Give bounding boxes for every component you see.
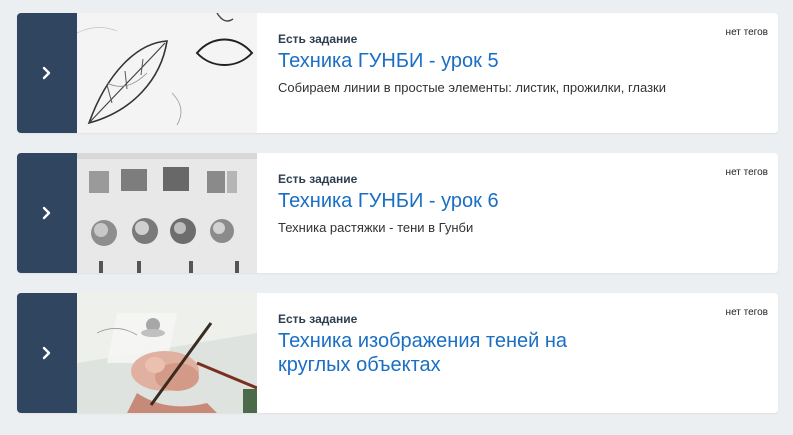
lesson-card: Есть задание Техника ГУНБИ - урок 5 Соби… bbox=[17, 13, 778, 133]
lesson-card: Есть задание Техника изображения теней н… bbox=[17, 293, 778, 413]
lesson-description: Собираем линии в простые элементы: листи… bbox=[278, 80, 666, 95]
lesson-thumbnail[interactable] bbox=[77, 293, 257, 413]
chevron-right-icon bbox=[42, 66, 51, 80]
lesson-thumbnail[interactable] bbox=[77, 153, 257, 273]
tags-label: нет тегов bbox=[725, 167, 768, 178]
chevron-right-icon bbox=[42, 346, 51, 360]
leaf-sketch-image bbox=[77, 13, 257, 133]
task-status: Есть задание bbox=[278, 32, 358, 46]
task-status: Есть задание bbox=[278, 312, 358, 326]
expand-button[interactable] bbox=[17, 293, 77, 413]
lesson-content: Есть задание Техника ГУНБИ - урок 5 Соби… bbox=[278, 31, 698, 99]
lesson-title[interactable]: Техника изображения теней на круглых объ… bbox=[278, 329, 618, 377]
expand-button[interactable] bbox=[17, 153, 77, 273]
tags-label: нет тегов bbox=[725, 27, 768, 38]
lesson-title[interactable]: Техника ГУНБИ - урок 5 bbox=[278, 49, 698, 73]
painting-hand-image bbox=[77, 293, 257, 413]
lesson-title[interactable]: Техника ГУНБИ - урок 6 bbox=[278, 189, 698, 213]
chevron-right-icon bbox=[42, 206, 51, 220]
lesson-content: Есть задание Техника ГУНБИ - урок 6 Техн… bbox=[278, 171, 698, 239]
expand-button[interactable] bbox=[17, 13, 77, 133]
lesson-content: Есть задание Техника изображения теней н… bbox=[278, 311, 698, 377]
lesson-description: Техника растяжки - тени в Гунби bbox=[278, 220, 474, 235]
shading-exercises-image bbox=[77, 153, 257, 273]
lesson-card: Есть задание Техника ГУНБИ - урок 6 Техн… bbox=[17, 153, 778, 273]
task-status: Есть задание bbox=[278, 172, 358, 186]
lesson-thumbnail[interactable] bbox=[77, 13, 257, 133]
tags-label: нет тегов bbox=[725, 307, 768, 318]
